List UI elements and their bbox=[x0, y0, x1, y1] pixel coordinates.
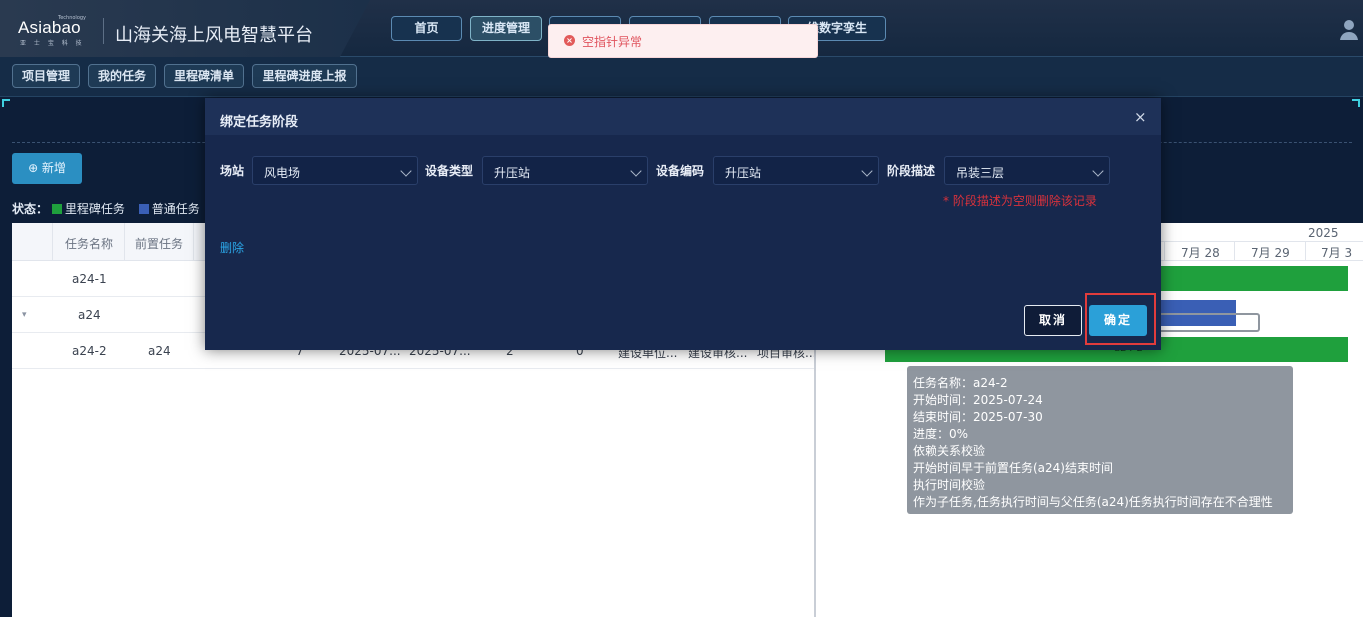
confirm-highlight bbox=[1085, 293, 1156, 345]
bind-stage-dialog bbox=[205, 98, 1161, 350]
nav-progress[interactable]: 进度管理 bbox=[470, 16, 542, 41]
close-icon[interactable]: × bbox=[1134, 108, 1147, 126]
task-name-cell: a24 bbox=[78, 308, 101, 322]
chevron-down-icon bbox=[861, 165, 873, 177]
gantt-bar-a24-1[interactable] bbox=[1160, 266, 1348, 291]
chevron-down-icon bbox=[630, 165, 642, 177]
chevron-down-icon bbox=[1092, 165, 1104, 177]
task-name-cell: a24-2 bbox=[72, 344, 107, 358]
dialog-header bbox=[205, 98, 1161, 135]
toast-message: 空指针异常 bbox=[582, 35, 643, 49]
chevron-down-icon bbox=[400, 165, 412, 177]
subnav-project-management[interactable]: 项目管理 bbox=[12, 64, 80, 88]
subnav-milestone-report[interactable]: 里程碑进度上报 bbox=[252, 64, 357, 88]
field-label-device-type: 设备类型 bbox=[425, 164, 474, 178]
status-prefix: 状态： bbox=[12, 202, 49, 216]
select-value: 升压站 bbox=[494, 166, 531, 180]
task-name-cell: a24-1 bbox=[72, 272, 107, 286]
app-title: 山海关海上风电智慧平台 bbox=[115, 25, 313, 46]
field-label-station: 场站 bbox=[220, 164, 245, 178]
nav-home[interactable]: 首页 bbox=[391, 16, 462, 41]
tooltip-line: 结束时间：2025-07-30 bbox=[913, 410, 1043, 424]
corner-decoration bbox=[2, 99, 10, 107]
milestone-legend-label: 里程碑任务 bbox=[64, 202, 125, 216]
add-button[interactable]: ⊕ 新增 bbox=[12, 153, 82, 184]
gantt-day-label: 7月 28 bbox=[1181, 246, 1220, 260]
tooltip-line: 作为子任务,任务执行时间与父任务(a24)任务执行时间存在不合理性 bbox=[913, 495, 1273, 509]
stage-desc-hint: * 阶段描述为空则删除该记录 bbox=[943, 194, 1097, 208]
column-divider bbox=[124, 223, 125, 261]
column-divider bbox=[193, 223, 194, 261]
pre-task-cell: a24 bbox=[148, 344, 171, 358]
device-code-select[interactable]: 升压站 bbox=[713, 156, 879, 185]
corner-decoration bbox=[1352, 99, 1360, 107]
station-select[interactable]: 风电场 bbox=[252, 156, 418, 185]
column-header-pre-task[interactable]: 前置任务 bbox=[135, 235, 183, 252]
field-label-device-code: 设备编码 bbox=[656, 164, 705, 178]
cancel-button[interactable]: 取消 bbox=[1024, 305, 1082, 336]
milestone-legend-swatch bbox=[51, 204, 62, 214]
select-value: 风电场 bbox=[264, 166, 301, 180]
column-divider bbox=[52, 223, 53, 261]
gantt-divider bbox=[1234, 242, 1235, 261]
column-header-task-name[interactable]: 任务名称 bbox=[65, 235, 113, 252]
status-legend: 状态： 里程碑任务 普通任务 bbox=[12, 200, 200, 217]
tooltip-line: 任务名称：a24-2 bbox=[913, 376, 1008, 390]
field-label-stage-desc: 阶段描述 bbox=[887, 164, 936, 178]
tooltip-line: 依赖关系校验 bbox=[913, 444, 986, 458]
dialog-title: 绑定任务阶段 bbox=[220, 115, 299, 130]
gantt-divider bbox=[1305, 242, 1306, 261]
logo-tech-label: Technology bbox=[58, 15, 87, 21]
logo-subtitle: 亚 士 宝 科 技 bbox=[20, 40, 85, 47]
tooltip-line: 开始时间：2025-07-24 bbox=[913, 393, 1043, 407]
error-icon: × bbox=[564, 35, 575, 46]
select-value: 升压站 bbox=[725, 166, 762, 180]
subnav-milestone-list[interactable]: 里程碑清单 bbox=[164, 64, 244, 88]
gantt-day-label: 7月 3 bbox=[1321, 246, 1353, 260]
expand-caret-icon[interactable]: ▾ bbox=[22, 310, 27, 320]
device-type-select[interactable]: 升压站 bbox=[482, 156, 648, 185]
normal-legend-swatch bbox=[138, 204, 149, 214]
subnav-my-tasks[interactable]: 我的任务 bbox=[88, 64, 156, 88]
stage-desc-select[interactable]: 吊装三层 bbox=[944, 156, 1110, 185]
gantt-divider bbox=[1164, 242, 1165, 261]
gantt-year: 2025 bbox=[1308, 226, 1339, 240]
gantt-bar-outline bbox=[1160, 313, 1260, 332]
normal-legend-label: 普通任务 bbox=[151, 202, 200, 216]
logo: Asiabao bbox=[18, 18, 81, 37]
tooltip-line: 开始时间早于前置任务(a24)结束时间 bbox=[913, 461, 1113, 475]
tooltip-line: 进度：0% bbox=[913, 427, 969, 441]
delete-link[interactable]: 删除 bbox=[220, 239, 244, 256]
gantt-day-label: 7月 29 bbox=[1251, 246, 1290, 260]
tooltip-line: 执行时间校验 bbox=[913, 478, 986, 492]
user-icon[interactable] bbox=[1336, 16, 1362, 42]
select-value: 吊装三层 bbox=[956, 166, 1005, 180]
brand-divider bbox=[103, 18, 104, 44]
